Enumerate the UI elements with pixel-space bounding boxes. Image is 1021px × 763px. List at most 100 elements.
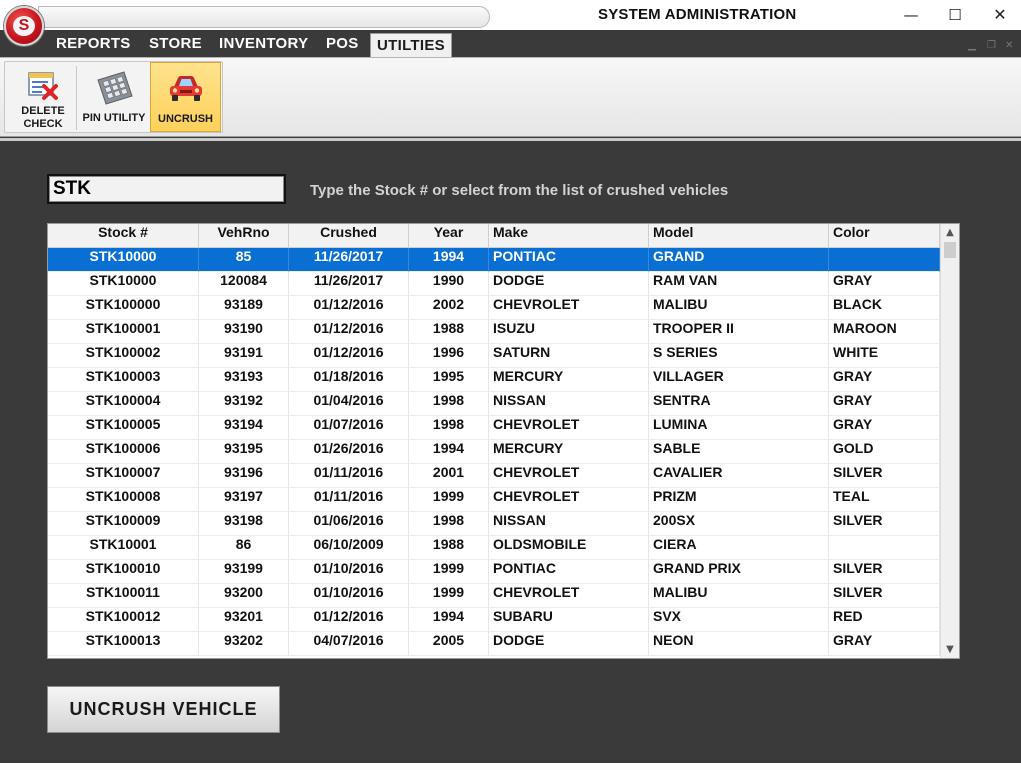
table-cell: 93192 [199,392,289,416]
app-logo-letter: S [13,16,35,36]
table-cell: 1996 [409,344,489,368]
table-cell: GRAY [829,632,940,656]
column-header-stock[interactable]: Stock # [48,224,199,248]
table-cell: SABLE [649,440,829,464]
grid-scrollbar[interactable]: ▲ ▼ [940,224,959,658]
table-cell: STK100004 [48,392,199,416]
table-cell: STK100009 [48,512,199,536]
table-row[interactable]: STK100006 93195 01/26/2016 1994 MERCURY SABLE… [48,440,940,464]
menu-pos[interactable]: POS [326,35,359,52]
uncrush-vehicle-button[interactable]: UNCRUSH VEHICLE [47,686,280,733]
table-row[interactable]: STK100012 93201 01/12/2016 1994 SUBARU SVX RED [48,608,940,632]
ribbon-group-utilities: DELETE CHECK PIN UTILITY UNCRUSH [4,61,223,133]
table-cell: ISUZU [489,320,649,344]
mdi-restore-icon[interactable]: ❐ [987,40,996,51]
table-cell: 2002 [409,296,489,320]
mdi-minimize-icon[interactable]: ▁ [968,40,976,51]
uncrush-ribbon-label: UNCRUSH [158,113,213,125]
pin-utility-label: PIN UTILITY [82,112,146,124]
instruction-text: Type the Stock # or select from the list… [310,182,729,199]
table-cell: GOLD [829,440,940,464]
table-cell: CHEVROLET [489,584,649,608]
table-cell: STK10001 [48,536,199,560]
table-cell: CHEVROLET [489,296,649,320]
table-cell: 06/10/2009 [289,536,409,560]
scroll-thumb[interactable] [944,242,956,258]
scroll-up-icon[interactable]: ▲ [941,224,959,241]
grid-header: Stock # VehRno Crushed Year Make Model C… [48,224,940,248]
minimize-button[interactable]: — [888,2,934,28]
table-row[interactable]: STK100011 93200 01/10/2016 1999 CHEVROLET MAL… [48,584,940,608]
column-header-color[interactable]: Color [829,224,940,248]
table-cell: MALIBU [649,584,829,608]
table-cell: GRAY [829,392,940,416]
close-button[interactable]: ✕ [977,2,1021,28]
table-cell: 1988 [409,320,489,344]
column-header-make[interactable]: Make [489,224,649,248]
mdi-close-icon[interactable]: ✕ [1005,40,1013,51]
quick-access-bar [38,6,490,28]
delete-check-button[interactable]: DELETE CHECK [9,62,77,132]
table-row[interactable]: STK100008 93197 01/11/2016 1999 CHEVROLET PRI… [48,488,940,512]
table-row[interactable]: STK100002 93191 01/12/2016 1996 SATURN S SERI… [48,344,940,368]
maximize-button[interactable]: ☐ [932,2,978,28]
table-row[interactable]: STK10001 86 06/10/2009 1988 OLDSMOBILE CIERA [48,536,940,560]
table-cell: 11/26/2017 [289,248,409,272]
table-row[interactable]: STK100004 93192 01/04/2016 1998 NISSAN SENTRA… [48,392,940,416]
menu-inventory[interactable]: INVENTORY [219,35,308,52]
table-cell: 93195 [199,440,289,464]
table-cell: STK100000 [48,296,199,320]
table-cell: 01/12/2016 [289,344,409,368]
table-row[interactable]: STK100000 93189 01/12/2016 2002 CHEVROLET MAL… [48,296,940,320]
column-header-model[interactable]: Model [649,224,829,248]
table-cell: LUMINA [649,416,829,440]
pin-utility-button[interactable]: PIN UTILITY [79,62,149,132]
table-cell: GRAND PRIX [649,560,829,584]
menu-store[interactable]: STORE [149,35,202,52]
table-cell: TEAL [829,488,940,512]
table-cell: 1994 [409,440,489,464]
table-row[interactable]: STK100013 93202 04/07/2016 2005 DODGE NEON GRA… [48,632,940,656]
table-cell: 11/26/2017 [289,272,409,296]
ribbon: DELETE CHECK PIN UTILITY UNCRUSH [0,57,1021,137]
table-row[interactable]: STK100009 93198 01/06/2016 1998 NISSAN 200SX S… [48,512,940,536]
table-cell: CHEVROLET [489,488,649,512]
crushed-vehicles-grid[interactable]: Stock # VehRno Crushed Year Make Model C… [47,223,960,659]
table-row[interactable]: STK100003 93193 01/18/2016 1995 MERCURY VILLA… [48,368,940,392]
scroll-down-icon[interactable]: ▼ [941,641,959,658]
table-cell [829,248,940,272]
table-cell [829,536,940,560]
app-logo[interactable]: S [4,6,44,46]
table-row[interactable]: STK10000 85 11/26/2017 1994 PONTIAC GRAND [48,248,940,272]
table-cell: 1994 [409,248,489,272]
table-cell: 1998 [409,392,489,416]
table-cell: DODGE [489,632,649,656]
menu-utilities[interactable]: UTILTIES [370,33,452,58]
column-header-year[interactable]: Year [409,224,489,248]
table-cell: GRAY [829,368,940,392]
table-row[interactable]: STK100001 93190 01/12/2016 1988 ISUZU TROOPER… [48,320,940,344]
table-cell: SATURN [489,344,649,368]
table-cell: 1998 [409,512,489,536]
table-cell: 200SX [649,512,829,536]
table-row[interactable]: STK100010 93199 01/10/2016 1999 PONTIAC GRAND… [48,560,940,584]
table-cell: SILVER [829,560,940,584]
table-cell: SILVER [829,584,940,608]
table-cell: 01/11/2016 [289,464,409,488]
table-row[interactable]: STK100007 93196 01/11/2016 2001 CHEVROLET CAV… [48,464,940,488]
stock-number-input[interactable] [47,174,286,204]
menu-reports[interactable]: REPORTS [56,35,131,52]
table-cell: CHEVROLET [489,464,649,488]
uncrush-ribbon-button[interactable]: UNCRUSH [150,62,221,132]
table-cell: SVX [649,608,829,632]
column-header-vehrno[interactable]: VehRno [199,224,289,248]
table-cell: 2001 [409,464,489,488]
column-header-crushed[interactable]: Crushed [289,224,409,248]
table-cell: STK100007 [48,464,199,488]
table-cell: 93189 [199,296,289,320]
table-cell: GRAY [829,272,940,296]
table-cell: PONTIAC [489,560,649,584]
table-row[interactable]: STK100005 93194 01/07/2016 1998 CHEVROLET LUM… [48,416,940,440]
table-cell: RED [829,608,940,632]
table-row[interactable]: STK10000 120084 11/26/2017 1990 DODGE RAM VAN… [48,272,940,296]
